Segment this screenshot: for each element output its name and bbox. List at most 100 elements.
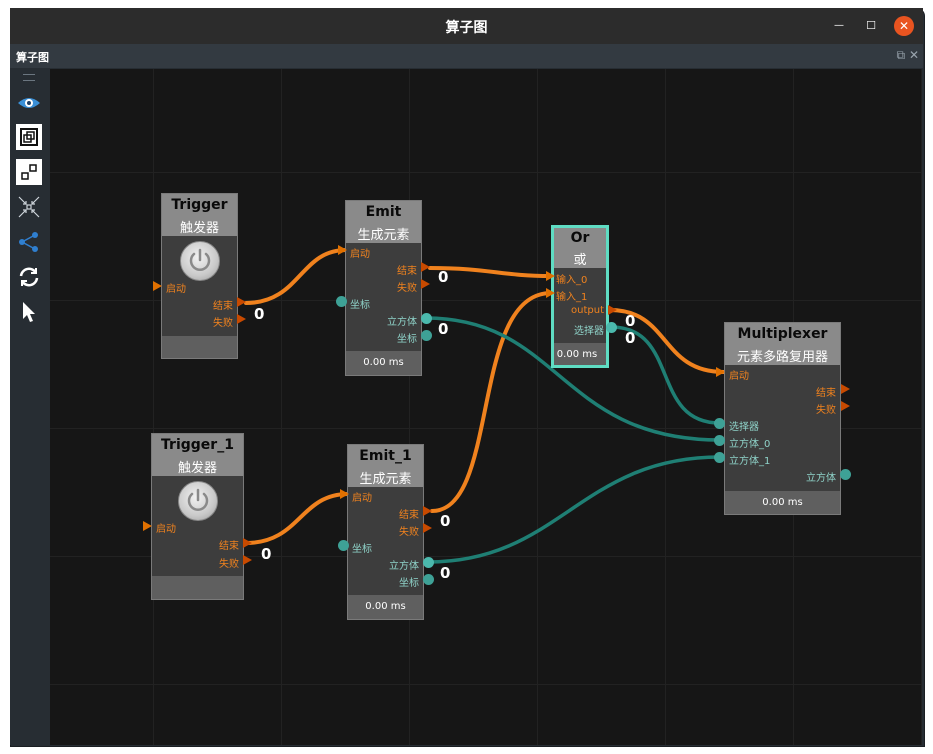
node-subtitle: 触发器 (177, 461, 217, 476)
port-out-fail-handle[interactable] (243, 555, 252, 565)
port-in-0-handle[interactable] (546, 271, 555, 281)
port-out-fail-handle[interactable] (841, 401, 850, 411)
node-emit[interactable]: Emit 生成元素 启动 坐标 结束 失败 立方体 坐标 0.00 ms (345, 200, 422, 376)
node-subtitle: 生成元素 (359, 472, 412, 487)
dock-close-icon[interactable]: ✕ (909, 48, 919, 62)
wire-value-trigger-end: 0 (254, 305, 265, 323)
port-in-start-handle[interactable] (153, 281, 162, 291)
port-out-fail-handle[interactable] (421, 279, 430, 289)
port-out-end: 结束 (397, 266, 417, 277)
wire-value-emit-end: 0 (438, 268, 449, 286)
port-out-fail: 失败 (399, 527, 419, 538)
port-out-output: output (571, 305, 604, 316)
port-out-selector: 选择器 (574, 326, 604, 337)
port-out-end-handle[interactable] (423, 506, 432, 516)
port-out-fail-handle[interactable] (237, 314, 246, 324)
node-or[interactable]: Or 或 输入_0 输入_1 output 选择器 0.00 ms (551, 225, 609, 368)
port-in-coord-handle[interactable] (338, 540, 349, 551)
port-in-start-handle[interactable] (143, 521, 152, 531)
port-in-start-handle[interactable] (338, 245, 347, 255)
fit-view-icon[interactable] (16, 124, 42, 150)
trigger-power-button[interactable] (180, 241, 220, 281)
node-title: Emit_1 (359, 448, 412, 464)
window-title: 算子图 (445, 20, 488, 36)
port-in-selector-handle[interactable] (714, 418, 725, 429)
node-multiplexer[interactable]: Multiplexer 元素多路复用器 启动 选择器 立方体_0 立方体_1 结… (724, 322, 841, 515)
port-out-selector-handle[interactable] (606, 322, 617, 333)
port-in-cube0: 立方体_0 (729, 439, 771, 450)
node-title: Emit (365, 204, 402, 220)
node-exec-time: 0.00 ms (365, 601, 406, 612)
layout-icon[interactable] (16, 159, 42, 185)
toolbar-grip-icon (23, 74, 35, 81)
port-in-coord-handle[interactable] (336, 296, 347, 307)
port-in-0: 输入_0 (556, 275, 588, 286)
maximize-button[interactable]: ☐ (861, 16, 881, 36)
port-in-selector: 选择器 (729, 422, 759, 433)
port-out-coord-handle[interactable] (421, 330, 432, 341)
minimize-button[interactable]: — (829, 16, 849, 36)
port-in-start: 启动 (352, 493, 372, 504)
port-out-end-handle[interactable] (421, 262, 430, 272)
node-title: Or (570, 230, 590, 246)
power-icon (187, 488, 209, 511)
port-out-end: 结束 (816, 388, 836, 399)
node-subtitle: 元素多路复用器 (736, 350, 828, 365)
port-out-coord-handle[interactable] (423, 574, 434, 585)
node-title: Trigger (171, 197, 228, 213)
wire-value-emit1-end: 0 (440, 512, 451, 530)
node-title: Multiplexer (737, 326, 828, 342)
view-eye-icon[interactable] (16, 90, 42, 116)
port-out-end-handle[interactable] (237, 297, 246, 307)
collapse-icon[interactable] (16, 194, 42, 220)
trigger-power-button[interactable] (178, 481, 218, 521)
port-in-start-handle[interactable] (340, 489, 349, 499)
refresh-icon[interactable] (16, 264, 42, 290)
port-out-fail: 失败 (816, 405, 836, 416)
dock-float-icon[interactable]: ⧉ (897, 48, 906, 62)
window-titlebar[interactable]: 算子图 — ☐ ✕ (10, 8, 923, 44)
port-out-cube-handle[interactable] (423, 557, 434, 568)
node-trigger[interactable]: Trigger 触发器 启动 结束 失败 (161, 193, 238, 359)
port-out-coord: 坐标 (399, 578, 419, 589)
port-out-cube-handle[interactable] (421, 313, 432, 324)
port-out-fail: 失败 (397, 283, 417, 294)
side-toolbar (10, 68, 48, 745)
port-out-end: 结束 (213, 301, 233, 312)
power-icon (189, 248, 211, 271)
port-out-end-handle[interactable] (841, 384, 850, 394)
close-button[interactable]: ✕ (894, 16, 914, 36)
port-in-start: 启动 (156, 524, 176, 535)
port-in-coord: 坐标 (350, 300, 370, 311)
port-in-cube1-handle[interactable] (714, 452, 725, 463)
port-in-start: 启动 (166, 284, 186, 295)
node-trigger-1[interactable]: Trigger_1 触发器 启动 结束 失败 (151, 433, 244, 600)
port-out-cube-handle[interactable] (840, 469, 851, 480)
wire-value-or-selector: 0 (625, 329, 636, 347)
node-exec-time: 0.00 ms (556, 349, 598, 360)
dock-title-bar: 算子图 ⧉ ✕ (10, 44, 923, 68)
port-out-fail: 失败 (213, 318, 233, 329)
wire-value-or-output: 0 (625, 312, 636, 330)
wire-value-emit-cube: 0 (438, 320, 449, 338)
dock-title: 算子图 (16, 51, 49, 64)
port-out-cube: 立方体 (387, 317, 417, 328)
port-in-1-handle[interactable] (546, 288, 555, 298)
node-subtitle: 触发器 (179, 221, 219, 236)
port-in-start-handle[interactable] (716, 367, 725, 377)
port-out-end-handle[interactable] (243, 538, 252, 548)
pointer-icon[interactable] (16, 299, 42, 325)
port-in-start: 启动 (350, 249, 370, 260)
port-in-start: 启动 (729, 371, 749, 382)
port-out-output-handle[interactable] (608, 305, 617, 315)
node-emit-1[interactable]: Emit_1 生成元素 启动 坐标 结束 失败 立方体 坐标 0.00 ms (347, 444, 424, 620)
port-out-fail-handle[interactable] (423, 523, 432, 533)
port-out-cube: 立方体 (806, 473, 836, 484)
wire-value-trigger1-end: 0 (261, 545, 272, 563)
port-out-cube: 立方体 (389, 561, 419, 572)
port-in-cube0-handle[interactable] (714, 435, 725, 446)
port-out-end: 结束 (399, 510, 419, 521)
node-exec-time: 0.00 ms (762, 497, 803, 508)
node-subtitle: 或 (573, 253, 587, 268)
share-graph-icon[interactable] (16, 229, 42, 255)
